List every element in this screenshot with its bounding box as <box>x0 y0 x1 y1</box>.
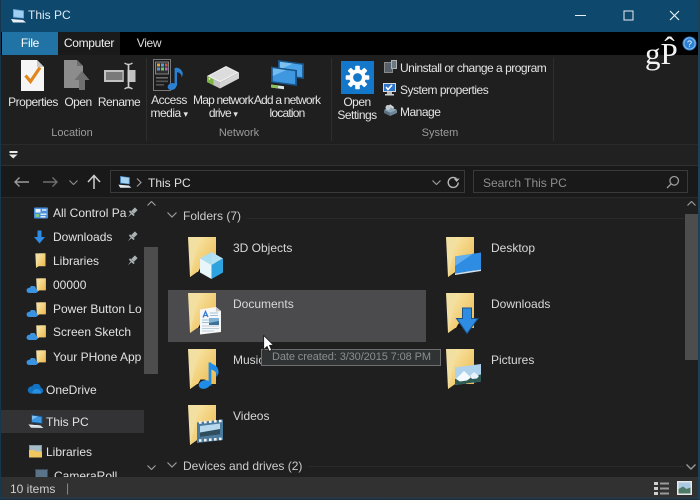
svg-text:?: ? <box>687 39 692 49</box>
